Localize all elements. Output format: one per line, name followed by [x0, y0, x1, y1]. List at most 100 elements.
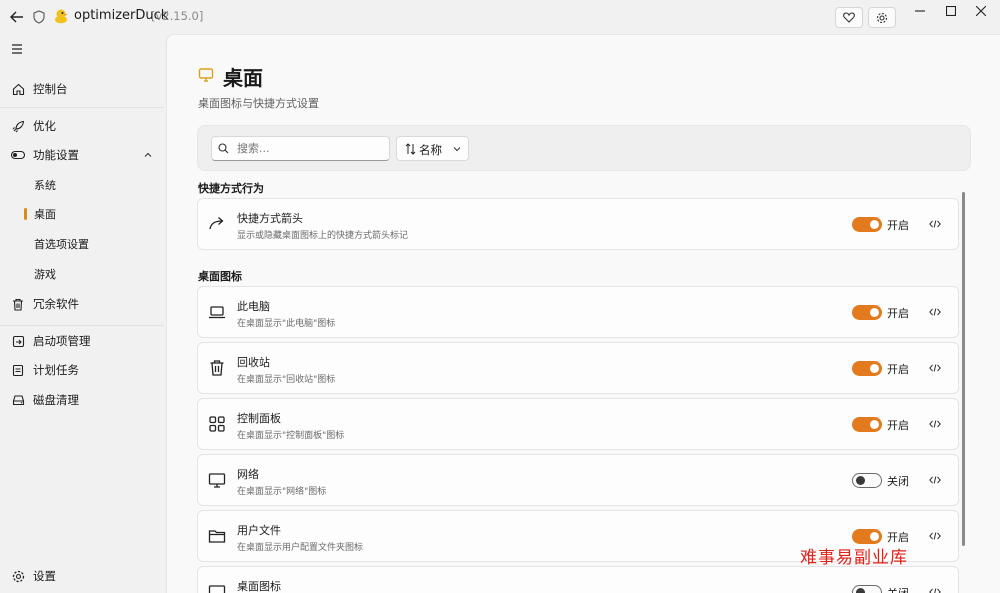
sidebar-item-disk-cleanup[interactable]: 磁盘清理 [0, 387, 164, 413]
app-version: [v2.15.0] [151, 9, 204, 23]
sidebar-item-label: 桌面 [34, 208, 56, 221]
sidebar-item-games[interactable]: 游戏 [0, 261, 164, 287]
setting-card-this-pc: 此电脑 在桌面显示"此电脑"图标 开启 [197, 286, 959, 338]
page-subtitle: 桌面图标与快捷方式设置 [198, 97, 319, 110]
sidebar-item-label: 冗余软件 [33, 297, 79, 311]
toggle-switch[interactable] [852, 529, 882, 544]
laptop-icon [208, 303, 226, 321]
code-icon[interactable] [929, 419, 941, 429]
task-icon [11, 363, 25, 377]
sidebar-item-label: 首选项设置 [34, 238, 89, 251]
trash-icon [11, 297, 25, 311]
code-icon[interactable] [929, 531, 941, 541]
desktop-icon [208, 583, 226, 593]
toggle-switch[interactable] [852, 585, 882, 593]
toggle-state-label: 关闭 [887, 475, 909, 488]
heart-icon [843, 12, 855, 23]
card-description: 在桌面显示"网络"图标 [237, 487, 327, 497]
sidebar-divider [0, 107, 164, 108]
toggle-knob [870, 420, 879, 429]
home-icon [11, 82, 25, 96]
sidebar-item-desktop[interactable]: 桌面 [0, 201, 164, 227]
toggle-switch[interactable] [852, 217, 882, 232]
recycle-bin-icon [208, 359, 226, 377]
toggle-switch[interactable] [852, 417, 882, 432]
code-icon[interactable] [929, 307, 941, 317]
section-heading: 桌面图标 [198, 270, 242, 283]
card-description: 显示或隐藏桌面图标上的快捷方式箭头标记 [237, 231, 409, 241]
close-button[interactable] [961, 0, 1000, 22]
gear-icon [11, 569, 25, 583]
setting-card-control-panel: 控制面板 在桌面显示"控制面板"图标 开启 [197, 398, 959, 450]
sidebar-item-startup[interactable]: 启动项管理 [0, 328, 164, 354]
card-description: 在桌面显示"回收站"图标 [237, 375, 336, 385]
sidebar-item-settings[interactable]: 设置 [0, 563, 164, 589]
toggle-state-label: 开启 [887, 363, 909, 376]
card-description: 在桌面显示用户配置文件夹图标 [237, 543, 364, 553]
card-title: 用户文件 [237, 524, 281, 537]
sort-dropdown[interactable]: 名称 [396, 136, 469, 161]
toggle-knob [870, 364, 879, 373]
shield-icon [33, 10, 45, 24]
toggle-knob [870, 532, 879, 541]
sidebar-divider [0, 325, 164, 326]
sidebar-item-tasks[interactable]: 计划任务 [0, 357, 164, 383]
sidebar-item-preferences[interactable]: 首选项设置 [0, 231, 164, 257]
toggle-state-label: 开启 [887, 219, 909, 232]
close-icon [976, 6, 986, 16]
desktop-page-icon [198, 67, 214, 83]
theme-button[interactable] [868, 7, 896, 28]
sidebar-item-optimize[interactable]: 优化 [0, 113, 164, 139]
sidebar-item-label: 计划任务 [33, 363, 79, 377]
hamburger-menu-icon[interactable] [11, 43, 25, 55]
active-indicator [24, 208, 27, 220]
toggle-knob [856, 476, 865, 485]
setting-card-recycle-bin: 回收站 在桌面显示"回收站"图标 开启 [197, 342, 959, 394]
sidebar-item-label: 系统 [34, 179, 56, 192]
sort-icon [405, 143, 416, 155]
sidebar-item-dashboard[interactable]: 控制台 [0, 76, 164, 102]
favorite-button[interactable] [835, 7, 863, 28]
startup-icon [11, 334, 25, 348]
scrollbar[interactable] [962, 192, 965, 546]
code-icon[interactable] [929, 475, 941, 485]
card-title: 控制面板 [237, 412, 281, 425]
toggle-switch[interactable] [852, 305, 882, 320]
watermark: 难事易副业库 [800, 548, 908, 568]
toggle-state-label: 开启 [887, 419, 909, 432]
toggle-switch[interactable] [852, 473, 882, 488]
grid-icon [208, 415, 226, 433]
rocket-icon [11, 119, 25, 133]
code-icon[interactable] [929, 363, 941, 373]
section-heading: 快捷方式行为 [198, 182, 264, 195]
back-arrow-icon[interactable] [8, 9, 26, 25]
chevron-up-icon[interactable] [143, 150, 153, 160]
search-input[interactable] [211, 136, 390, 161]
card-title: 此电脑 [237, 300, 270, 313]
sidebar-item-system[interactable]: 系统 [0, 172, 164, 198]
sidebar-item-label: 设置 [33, 569, 56, 583]
setting-card-desktop-icons: 桌面图标 关闭 [197, 566, 959, 593]
search-icon [218, 143, 229, 154]
setting-card-network: 网络 在桌面显示"网络"图标 关闭 [197, 454, 959, 506]
chevron-down-icon [453, 145, 461, 153]
toggle-switch[interactable] [852, 361, 882, 376]
minimize-icon [915, 10, 925, 12]
filter-bar: 名称 [197, 125, 971, 171]
sidebar-item-label: 控制台 [33, 82, 68, 96]
sidebar-item-bloatware[interactable]: 冗余软件 [0, 291, 164, 317]
page-title: 桌面 [223, 66, 263, 90]
title-bar: optimizerDuck [v2.15.0] [0, 0, 1000, 34]
setting-card-shortcut-arrow: 快捷方式箭头 显示或隐藏桌面图标上的快捷方式箭头标记 开启 [197, 198, 959, 250]
folder-icon [208, 527, 226, 545]
card-description: 在桌面显示"控制面板"图标 [237, 431, 345, 441]
code-icon[interactable] [929, 219, 941, 229]
sidebar-item-features[interactable]: 功能设置 [0, 142, 164, 168]
gear-icon [876, 12, 888, 23]
monitor-icon [208, 471, 226, 489]
sort-label: 名称 [419, 143, 442, 157]
code-icon[interactable] [929, 587, 941, 593]
toggle-state-label: 开启 [887, 307, 909, 320]
sidebar-item-label: 游戏 [34, 268, 56, 281]
arrow-icon [208, 215, 226, 233]
